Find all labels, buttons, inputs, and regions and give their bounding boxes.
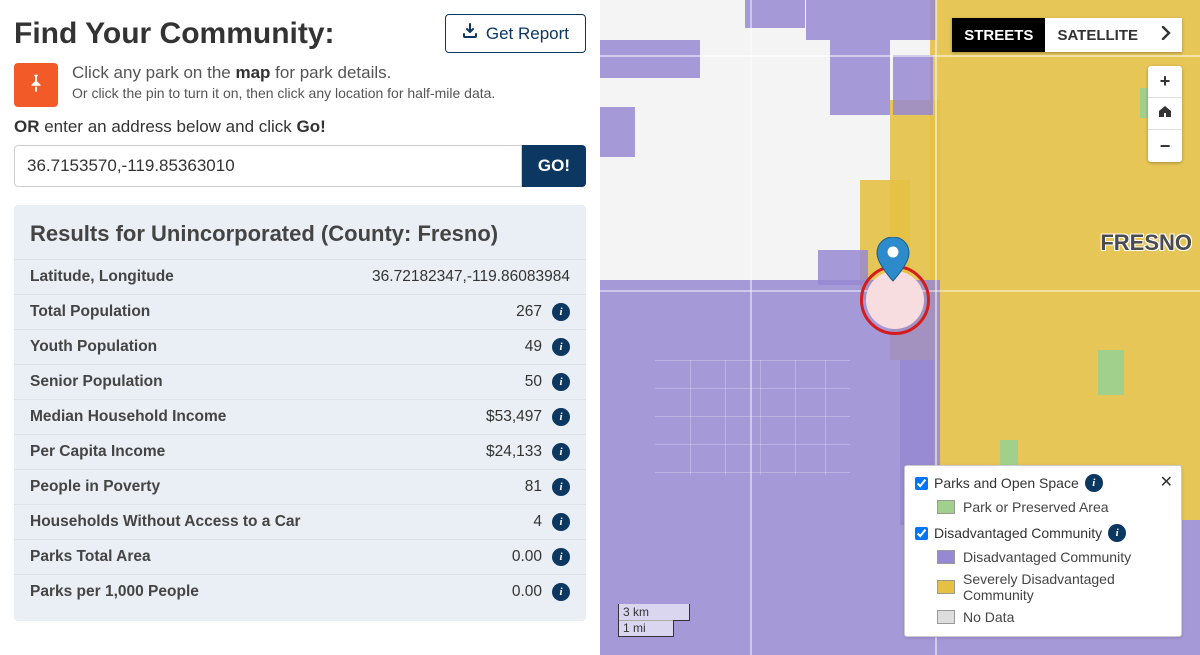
legend-layer-parks-toggle[interactable]: [915, 477, 928, 490]
download-icon: [462, 23, 478, 44]
home-extent-button[interactable]: [1148, 98, 1182, 130]
map-type-expand[interactable]: [1150, 18, 1182, 52]
home-icon: [1157, 103, 1173, 124]
result-row: People in Poverty 81 i: [14, 469, 586, 504]
close-icon: ✕: [1160, 474, 1173, 491]
map-type-satellite[interactable]: SATELLITE: [1045, 18, 1150, 52]
result-label: Households Without Access to a Car: [30, 513, 301, 531]
result-value: 267: [516, 303, 542, 321]
results-panel: Results for Unincorporated (County: Fres…: [14, 205, 586, 621]
swatch-disadvantaged: [937, 550, 955, 564]
result-row: Senior Population 50 i: [14, 364, 586, 399]
swatch-park: [937, 500, 955, 514]
result-label: Per Capita Income: [30, 443, 165, 461]
legend-parks-info[interactable]: i: [1085, 474, 1103, 492]
result-value: $24,133: [486, 443, 542, 461]
result-row: Parks per 1,000 People 0.00 i: [14, 574, 586, 609]
result-label: Parks per 1,000 People: [30, 583, 199, 601]
map-label-fresno: FRESNO: [1100, 230, 1192, 256]
chevron-right-icon: [1161, 26, 1171, 44]
legend-item-severe: Severely Disadvantaged Community: [963, 571, 1171, 603]
minus-icon: −: [1160, 136, 1171, 157]
swatch-severe: [937, 580, 955, 594]
results-title: Results for Unincorporated (County: Fres…: [14, 217, 586, 259]
info-button[interactable]: i: [552, 338, 570, 356]
get-report-button[interactable]: Get Report: [445, 14, 586, 53]
result-row: Youth Population 49 i: [14, 329, 586, 364]
address-input[interactable]: [14, 145, 522, 187]
result-label: Parks Total Area: [30, 548, 151, 566]
legend-item-nodata: No Data: [963, 609, 1014, 625]
pin-toggle-button[interactable]: [14, 63, 58, 107]
result-row: Parks Total Area 0.00 i: [14, 539, 586, 574]
map-type-streets[interactable]: STREETS: [952, 18, 1045, 52]
result-label: Total Population: [30, 303, 150, 321]
legend-disadvantaged-info[interactable]: i: [1108, 524, 1126, 542]
legend-item-disadvantaged: Disadvantaged Community: [963, 549, 1131, 565]
legend-layer-disadvantaged-label: Disadvantaged Community: [934, 525, 1102, 541]
swatch-nodata: [937, 610, 955, 624]
result-value: 4: [533, 513, 542, 531]
instruction-line-2: Or click the pin to turn it on, then cli…: [72, 85, 586, 101]
map-pin-icon: [876, 237, 910, 283]
legend-item-park: Park or Preserved Area: [963, 499, 1109, 515]
info-button[interactable]: i: [552, 513, 570, 531]
legend-layer-parks-label: Parks and Open Space: [934, 475, 1079, 491]
result-label: People in Poverty: [30, 478, 160, 496]
result-row: Latitude, Longitude 36.72182347,-119.8608…: [14, 259, 586, 294]
result-value: 50: [525, 373, 542, 391]
result-value: $53,497: [486, 408, 542, 426]
result-row: Households Without Access to a Car 4i: [14, 504, 586, 539]
zoom-in-button[interactable]: +: [1148, 66, 1182, 98]
result-label: Youth Population: [30, 338, 157, 356]
result-value: 0.00: [512, 548, 542, 566]
page-title: Find Your Community:: [14, 17, 335, 51]
map-legend: ✕ Parks and Open Space i Park or Preserv…: [904, 465, 1182, 637]
result-value: 36.72182347,-119.86083984: [372, 268, 570, 286]
info-button[interactable]: i: [552, 373, 570, 391]
go-button[interactable]: GO!: [522, 145, 586, 187]
result-value: 49: [525, 338, 542, 356]
info-button[interactable]: i: [552, 408, 570, 426]
plus-icon: +: [1160, 71, 1171, 92]
pushpin-icon: [25, 72, 47, 99]
info-button[interactable]: i: [552, 478, 570, 496]
info-button[interactable]: i: [552, 443, 570, 461]
get-report-label: Get Report: [486, 24, 569, 44]
result-row: Median Household Income $53,497 i: [14, 399, 586, 434]
instruction-line-1: Click any park on the map for park detai…: [72, 63, 586, 83]
legend-layer-disadvantaged-toggle[interactable]: [915, 527, 928, 540]
result-label: Senior Population: [30, 373, 163, 391]
or-instruction: OR enter an address below and click Go!: [14, 117, 586, 137]
info-button[interactable]: i: [552, 303, 570, 321]
result-value: 0.00: [512, 583, 542, 601]
info-button[interactable]: i: [552, 548, 570, 566]
info-button[interactable]: i: [552, 583, 570, 601]
result-label: Median Household Income: [30, 408, 226, 426]
zoom-out-button[interactable]: −: [1148, 130, 1182, 162]
legend-close-button[interactable]: ✕: [1160, 472, 1173, 492]
result-value: 81: [525, 478, 542, 496]
result-row: Per Capita Income $24,133 i: [14, 434, 586, 469]
map-scale: 3 km 1 mi: [618, 604, 690, 637]
result-row: Total Population 267 i: [14, 294, 586, 329]
result-label: Latitude, Longitude: [30, 268, 174, 286]
